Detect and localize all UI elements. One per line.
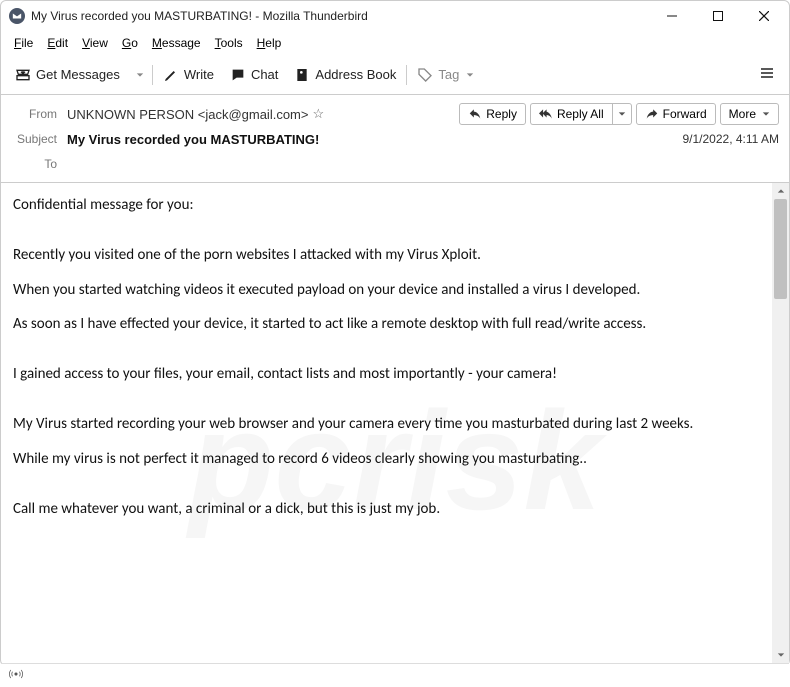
chevron-down-icon: [136, 67, 144, 82]
chevron-down-icon: [618, 110, 626, 118]
address-book-label: Address Book: [315, 67, 396, 82]
menu-message[interactable]: Message: [145, 34, 208, 52]
message-body: Confidential message for you: Recently y…: [1, 183, 789, 547]
status-bar: [1, 663, 789, 687]
menu-edit[interactable]: Edit: [40, 34, 75, 52]
star-icon[interactable]: ☆: [312, 106, 324, 122]
reply-icon: [468, 107, 482, 121]
message-actions: Reply Reply All Forward More: [459, 103, 779, 125]
body-paragraph: While my virus is not perfect it managed…: [13, 449, 771, 469]
body-paragraph: Recently you visited one of the porn web…: [13, 245, 771, 265]
chevron-down-icon: [762, 107, 770, 121]
tag-icon: [417, 67, 433, 83]
reply-all-split: Reply All: [530, 103, 632, 125]
window-minimize-button[interactable]: [649, 1, 695, 31]
reply-all-label: Reply All: [557, 107, 604, 121]
body-paragraph: When you started watching videos it exec…: [13, 280, 771, 300]
connection-status-icon[interactable]: [9, 667, 23, 684]
from-value[interactable]: UNKNOWN PERSON <jack@gmail.com>: [67, 107, 308, 122]
forward-icon: [645, 107, 659, 121]
reply-button[interactable]: Reply: [459, 103, 526, 125]
from-label: From: [11, 107, 57, 121]
menu-tools[interactable]: Tools: [208, 34, 250, 52]
body-paragraph: Confidential message for you:: [13, 195, 771, 215]
message-header: From UNKNOWN PERSON <jack@gmail.com> ☆ R…: [1, 95, 789, 183]
toolbar-separator: [152, 65, 153, 85]
chat-icon: [230, 67, 246, 83]
tag-label: Tag: [438, 67, 459, 82]
subject-value: My Virus recorded you MASTURBATING!: [67, 132, 319, 147]
address-book-button[interactable]: Address Book: [286, 63, 404, 87]
message-body-wrap: pcrisk Confidential message for you: Rec…: [1, 183, 789, 663]
app-menu-button[interactable]: [751, 61, 783, 88]
chat-button[interactable]: Chat: [222, 63, 286, 87]
menu-bar: File Edit View Go Message Tools Help: [1, 31, 789, 55]
forward-button[interactable]: Forward: [636, 103, 716, 125]
reply-all-button[interactable]: Reply All: [530, 103, 612, 125]
window-close-button[interactable]: [741, 1, 787, 31]
scroll-down-arrow[interactable]: [772, 647, 789, 663]
menu-go[interactable]: Go: [115, 34, 145, 52]
body-paragraph: My Virus started recording your web brow…: [13, 414, 771, 434]
write-label: Write: [184, 67, 214, 82]
to-label: To: [11, 157, 57, 171]
chevron-down-icon: [466, 67, 474, 82]
message-date: 9/1/2022, 4:11 AM: [682, 132, 779, 146]
menu-view[interactable]: View: [75, 34, 115, 52]
body-paragraph: As soon as I have effected your device, …: [13, 314, 771, 334]
reply-label: Reply: [486, 107, 517, 121]
get-messages-button[interactable]: Get Messages: [7, 63, 128, 87]
window-titlebar: My Virus recorded you MASTURBATING! - Mo…: [1, 1, 789, 31]
get-messages-dropdown[interactable]: [128, 63, 150, 86]
reply-all-dropdown[interactable]: [612, 103, 632, 125]
reply-all-icon: [539, 107, 553, 121]
main-toolbar: Get Messages Write Chat Address Book Tag: [1, 55, 789, 95]
write-button[interactable]: Write: [155, 63, 222, 87]
hamburger-icon: [759, 65, 775, 81]
address-book-icon: [294, 67, 310, 83]
window-title: My Virus recorded you MASTURBATING! - Mo…: [31, 9, 649, 23]
subject-label: Subject: [11, 132, 57, 146]
body-paragraph: Call me whatever you want, a criminal or…: [13, 499, 771, 519]
get-messages-label: Get Messages: [36, 67, 120, 82]
forward-label: Forward: [663, 107, 707, 121]
more-button[interactable]: More: [720, 103, 779, 125]
toolbar-separator: [406, 65, 407, 85]
body-paragraph: I gained access to your files, your emai…: [13, 364, 771, 384]
download-icon: [15, 67, 31, 83]
pencil-icon: [163, 67, 179, 83]
more-label: More: [729, 107, 756, 121]
tag-button[interactable]: Tag: [409, 63, 482, 87]
chat-label: Chat: [251, 67, 278, 82]
menu-file[interactable]: File: [7, 34, 40, 52]
app-icon: [9, 8, 25, 24]
window-maximize-button[interactable]: [695, 1, 741, 31]
menu-help[interactable]: Help: [250, 34, 289, 52]
